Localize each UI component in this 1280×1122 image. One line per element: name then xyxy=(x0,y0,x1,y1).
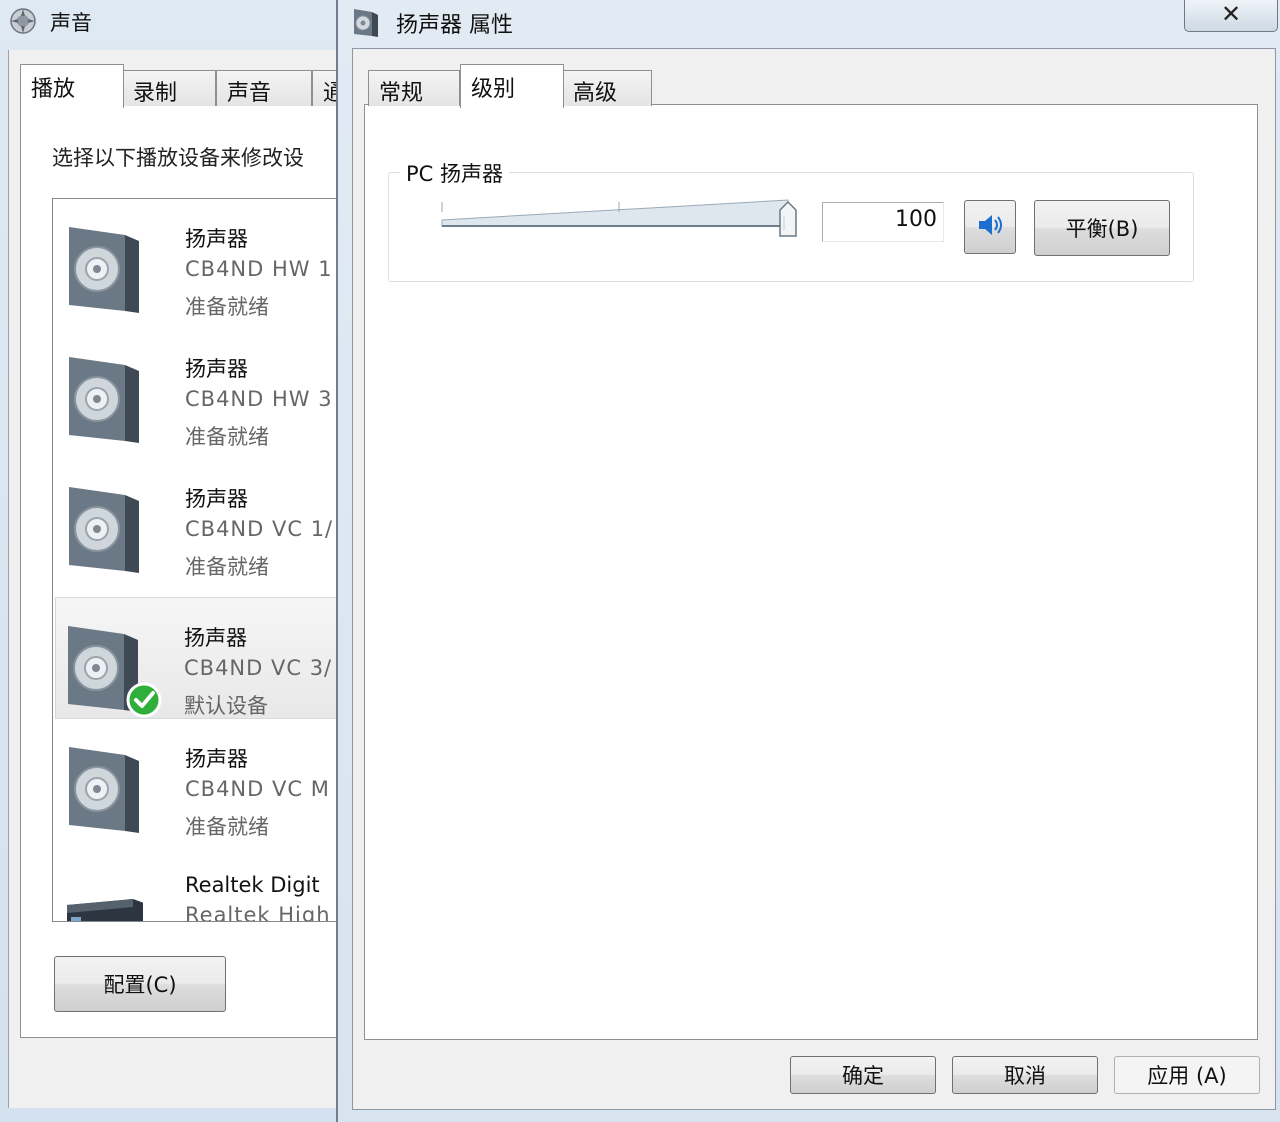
speaker-icon xyxy=(69,487,139,573)
ok-button[interactable]: 确定 xyxy=(790,1056,936,1094)
device-name: 扬声器 xyxy=(185,357,248,381)
device-detail: CB4ND VC 1/ xyxy=(185,517,334,541)
device-item[interactable]: 扬声器 CB4ND VC M 准备就绪 xyxy=(57,719,349,841)
apply-button[interactable]: 应用 (A) xyxy=(1114,1056,1260,1094)
volume-slider[interactable] xyxy=(438,196,810,238)
device-name: 扬声器 xyxy=(185,487,248,511)
device-status: 准备就绪 xyxy=(185,295,269,319)
digital-output-icon xyxy=(67,899,143,921)
device-detail: CB4ND HW 1 xyxy=(185,257,333,281)
tab-label: 播放 xyxy=(31,77,76,102)
device-detail: CB4ND HW 3 xyxy=(185,387,333,411)
tab-label: 录制 xyxy=(133,81,178,106)
default-device-check-icon xyxy=(126,682,162,718)
device-item[interactable]: 扬声器 CB4ND HW 3 准备就绪 xyxy=(57,329,349,451)
speaker-icon xyxy=(69,357,139,443)
volume-slider-track xyxy=(441,199,789,227)
speaker-volume-icon xyxy=(979,215,1002,235)
device-status: 默认设备 xyxy=(184,694,268,718)
speaker-icon xyxy=(69,747,139,833)
device-status: 准备就绪 xyxy=(185,555,269,579)
tab-sounds[interactable]: 声音 xyxy=(216,70,312,106)
close-icon: ✕ xyxy=(1220,0,1242,28)
pc-speaker-group-label: PC 扬声器 xyxy=(400,158,510,188)
speaker-window-icon xyxy=(354,9,378,37)
tab-advanced[interactable]: 高级 xyxy=(562,70,652,106)
tab-recording[interactable]: 录制 xyxy=(122,70,216,106)
tab-levels[interactable]: 级别 xyxy=(460,64,564,108)
device-item[interactable]: 扬声器 CB4ND HW 1 准备就绪 xyxy=(57,199,349,321)
device-status: 准备就绪 xyxy=(185,425,269,449)
playback-device-list[interactable]: 扬声器 CB4ND HW 1 准备就绪 扬声器 CB4ND HW 3 准备就绪 … xyxy=(52,198,350,922)
device-name: Realtek Digit xyxy=(185,873,320,897)
mute-toggle-button[interactable] xyxy=(964,200,1016,254)
volume-value-field[interactable]: 100 xyxy=(822,202,944,242)
volume-slider-thumb[interactable] xyxy=(779,200,797,237)
device-name: 扬声器 xyxy=(184,626,247,650)
device-detail: CB4ND VC 3/ xyxy=(184,656,333,680)
sound-window-titlebar[interactable]: 声音 xyxy=(0,0,346,44)
tab-general[interactable]: 常规 xyxy=(368,70,460,106)
tab-label: 常规 xyxy=(379,81,424,106)
balance-button[interactable]: 平衡(B) xyxy=(1034,200,1170,256)
configure-button[interactable]: 配置(C) xyxy=(54,956,226,1012)
speaker-icon xyxy=(69,227,139,313)
device-status: 准备就绪 xyxy=(185,815,269,839)
properties-window-title: 扬声器 属性 xyxy=(396,13,513,38)
tab-label: 声音 xyxy=(227,81,272,106)
playback-hint-text: 选择以下播放设备来修改设 xyxy=(52,146,304,170)
sound-window-title: 声音 xyxy=(50,11,92,35)
device-item-default[interactable]: 扬声器 CB4ND VC 3/ 默认设备 xyxy=(55,597,349,719)
tab-playback[interactable]: 播放 xyxy=(20,64,124,108)
device-detail: Realtek High xyxy=(185,903,331,922)
sound-app-icon xyxy=(10,8,36,34)
device-detail: CB4ND VC M xyxy=(185,777,330,801)
close-button[interactable]: ✕ xyxy=(1184,0,1278,32)
cancel-button[interactable]: 取消 xyxy=(952,1056,1098,1094)
properties-titlebar[interactable]: 扬声器 属性 ✕ xyxy=(338,0,1278,46)
tab-label: 高级 xyxy=(573,81,618,106)
device-name: 扬声器 xyxy=(185,747,248,771)
device-item[interactable]: Realtek Digit Realtek High xyxy=(57,849,349,922)
device-item[interactable]: 扬声器 CB4ND VC 1/ 准备就绪 xyxy=(57,459,349,581)
device-name: 扬声器 xyxy=(185,227,248,251)
tab-label: 级别 xyxy=(471,77,516,102)
